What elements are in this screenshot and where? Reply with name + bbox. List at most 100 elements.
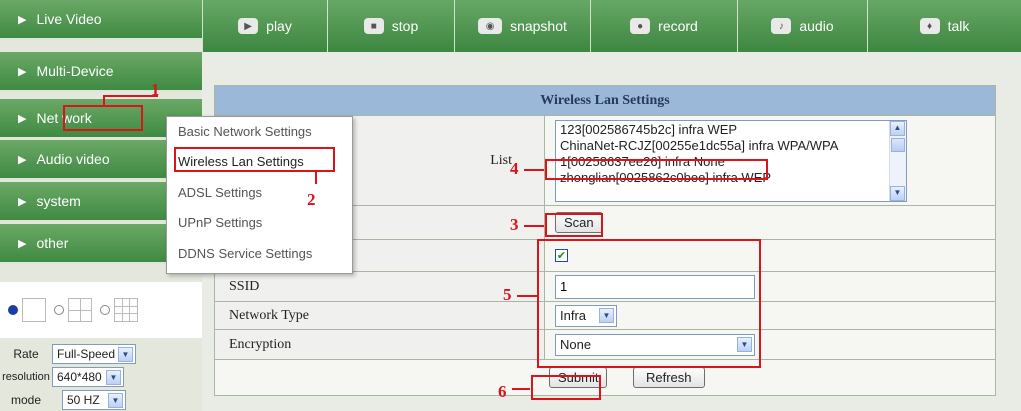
scan-button[interactable]: Scan bbox=[555, 212, 603, 233]
mode-row: mode 50 HZ ▼ bbox=[0, 389, 202, 411]
rate-select[interactable]: Full-Speed ▼ bbox=[52, 344, 136, 364]
network-list-cell: 123[002586745b2c] infra WEP ChinaNet-RCJ… bbox=[544, 115, 996, 206]
mode-label: mode bbox=[10, 393, 42, 407]
rate-row: Rate Full-Speed ▼ bbox=[0, 343, 202, 365]
snapshot-button[interactable]: ◉ snapshot bbox=[454, 0, 590, 52]
speaker-icon: ♪ bbox=[771, 18, 792, 34]
annotation-line bbox=[103, 95, 158, 97]
ssid-label: SSID bbox=[214, 271, 545, 302]
annotation-line bbox=[315, 172, 317, 184]
single-view-icon[interactable] bbox=[22, 298, 46, 322]
network-option[interactable]: 1[00258637ee26] infra None bbox=[560, 154, 902, 170]
view-mode-radio-1[interactable] bbox=[8, 305, 18, 315]
play-button[interactable]: ▶ play bbox=[202, 0, 327, 52]
chevron-down-icon: ▼ bbox=[737, 337, 752, 352]
camera-icon: ◉ bbox=[478, 18, 503, 34]
scan-cell: Scan bbox=[544, 205, 996, 240]
annotation-line bbox=[103, 95, 105, 106]
record-button[interactable]: ● record bbox=[590, 0, 737, 52]
submenu-upnp[interactable]: UPnP Settings bbox=[178, 215, 262, 230]
view-mode-radio-4[interactable] bbox=[54, 305, 64, 315]
annotation-line bbox=[524, 169, 544, 171]
encryption-cell: None ▼ bbox=[544, 329, 996, 360]
annotation-number-3: 3 bbox=[510, 215, 519, 234]
annotation-number-5: 5 bbox=[503, 285, 512, 304]
snapshot-label: snapshot bbox=[510, 18, 567, 34]
talk-button[interactable]: ♦ talk bbox=[867, 0, 1021, 52]
play-label: play bbox=[266, 18, 292, 34]
network-option[interactable]: ChinaNet-RCJZ[00255e1dc55a] infra WPA/WP… bbox=[560, 138, 902, 154]
rate-label: Rate bbox=[13, 347, 39, 361]
nav-label: Net work bbox=[36, 110, 92, 126]
network-list[interactable]: 123[002586745b2c] infra WEP ChinaNet-RCJ… bbox=[555, 119, 907, 202]
triangle-right-icon: ▶ bbox=[18, 153, 27, 166]
video-camera-icon: ● bbox=[630, 18, 651, 34]
nav-label: other bbox=[36, 235, 69, 251]
nav-multi-device[interactable]: ▶ Multi-Device bbox=[0, 52, 202, 92]
scroll-up-icon[interactable]: ▲ bbox=[890, 120, 905, 136]
chevron-down-icon: ▼ bbox=[106, 369, 121, 385]
submenu-wireless-lan[interactable]: Wireless Lan Settings bbox=[178, 154, 304, 169]
submenu-ddns[interactable]: DDNS Service Settings bbox=[178, 246, 312, 261]
resolution-value: 640*480 bbox=[57, 370, 102, 384]
triangle-right-icon: ▶ bbox=[18, 237, 27, 250]
nav-live-video[interactable]: ▶ Live Video bbox=[0, 0, 202, 40]
network-submenu: Basic Network Settings Wireless Lan Sett… bbox=[166, 116, 353, 274]
annotation-number-6: 6 bbox=[498, 382, 507, 401]
network-type-select[interactable]: Infra ▼ bbox=[555, 304, 617, 327]
triangle-right-icon: ▶ bbox=[18, 112, 27, 125]
triangle-right-icon: ▶ bbox=[18, 13, 27, 26]
view-mode-radio-9[interactable] bbox=[100, 305, 110, 315]
mode-value: 50 HZ bbox=[67, 393, 100, 407]
microphone-icon: ♦ bbox=[919, 18, 940, 34]
nav-label: Audio video bbox=[36, 151, 110, 167]
triangle-right-icon: ▶ bbox=[18, 65, 27, 78]
resolution-select[interactable]: 640*480 ▼ bbox=[52, 367, 124, 387]
annotation-number-4: 4 bbox=[510, 159, 519, 178]
annotation-line bbox=[512, 388, 530, 390]
network-type-label: Network Type bbox=[214, 301, 545, 330]
use-wireless-checkbox[interactable]: ✔ bbox=[555, 248, 568, 262]
chevron-down-icon: ▼ bbox=[599, 308, 614, 323]
submit-row: Submit Refresh bbox=[214, 359, 996, 396]
resolution-row: resolution 640*480 ▼ bbox=[0, 366, 202, 388]
chevron-down-icon: ▼ bbox=[108, 392, 123, 408]
nav-label: Multi-Device bbox=[36, 63, 114, 79]
encryption-select[interactable]: None ▼ bbox=[555, 333, 755, 356]
network-type-value: Infra bbox=[560, 308, 587, 323]
scroll-down-icon[interactable]: ▼ bbox=[890, 185, 905, 201]
annotation-number-1: 1 bbox=[151, 80, 160, 99]
submit-button[interactable]: Submit bbox=[549, 367, 608, 388]
chevron-down-icon: ▼ bbox=[118, 346, 133, 362]
encryption-value: None bbox=[560, 337, 592, 352]
play-icon: ▶ bbox=[238, 18, 259, 34]
ssid-cell bbox=[544, 271, 996, 302]
network-option[interactable]: 123[002586745b2c] infra WEP bbox=[560, 122, 902, 138]
quad-view-icon[interactable] bbox=[68, 298, 92, 322]
annotation-line bbox=[517, 295, 537, 297]
annotation-line bbox=[524, 225, 544, 227]
encryption-label: Encryption bbox=[214, 329, 545, 360]
audio-label: audio bbox=[799, 18, 834, 34]
stop-icon: ■ bbox=[363, 18, 384, 34]
resolution-label: resolution bbox=[2, 371, 50, 383]
stop-label: stop bbox=[391, 18, 419, 34]
audio-button[interactable]: ♪ audio bbox=[737, 0, 867, 52]
list-scrollbar[interactable]: ▲ ▼ bbox=[889, 120, 906, 201]
submenu-adsl[interactable]: ADSL Settings bbox=[178, 185, 262, 200]
annotation-number-2: 2 bbox=[307, 190, 316, 209]
talk-label: talk bbox=[947, 18, 970, 34]
network-option[interactable]: zhonglian[0025862c0bee] infra WEP bbox=[560, 170, 902, 186]
submenu-basic-network[interactable]: Basic Network Settings bbox=[178, 124, 312, 139]
stop-button[interactable]: ■ stop bbox=[327, 0, 454, 52]
ssid-input[interactable] bbox=[555, 274, 755, 299]
toolbar: ▶ play ■ stop ◉ snapshot ● record ♪ audio ♦ ta… bbox=[202, 0, 1021, 52]
scroll-thumb[interactable] bbox=[891, 137, 905, 152]
rate-value: Full-Speed bbox=[57, 347, 116, 361]
nav-label: system bbox=[36, 193, 81, 209]
refresh-button[interactable]: Refresh bbox=[632, 367, 705, 388]
nine-view-icon[interactable] bbox=[114, 298, 138, 322]
view-mode-selector bbox=[0, 282, 202, 338]
mode-select[interactable]: 50 HZ ▼ bbox=[62, 390, 126, 410]
network-type-cell: Infra ▼ bbox=[544, 301, 996, 330]
